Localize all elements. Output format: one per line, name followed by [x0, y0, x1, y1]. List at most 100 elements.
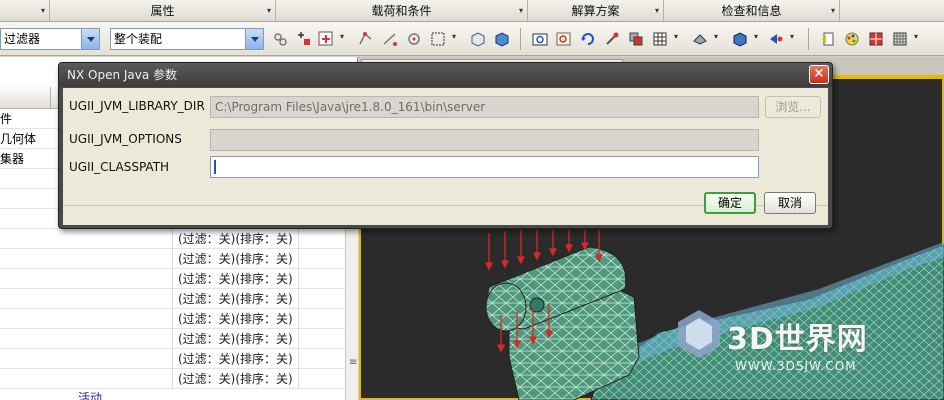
pan-view-icon[interactable] — [604, 31, 620, 47]
nx-open-java-dialog: NX Open Java 参数 × UGII_JVM_LIBRARY_DIR C… — [58, 62, 833, 229]
layer-grid-icon[interactable] — [868, 31, 884, 47]
snap-center-icon[interactable] — [406, 31, 422, 47]
dropdown-arrow-icon[interactable]: ▾ — [914, 32, 918, 41]
group-label: 检查和信息 — [721, 4, 782, 18]
jvm-library-dir-value: C:\Program Files\Java\jre1.8.0_161\bin\s… — [215, 100, 486, 114]
column-divider[interactable] — [50, 87, 51, 109]
dropdown-arrow-icon[interactable]: ▾ — [754, 32, 758, 41]
cancel-button[interactable]: 取消 — [764, 192, 816, 214]
cell-divider — [172, 349, 173, 369]
point-constraint-icon[interactable] — [296, 31, 312, 47]
cell-divider — [172, 249, 173, 269]
navigator-row[interactable]: (过滤：关)(排序：关) — [0, 309, 345, 329]
orient-view-icon[interactable] — [692, 31, 708, 47]
classpath-input[interactable] — [210, 156, 759, 178]
jvm-options-label: UGII_JVM_OPTIONS — [69, 132, 182, 146]
active-status-label[interactable]: 活动 — [78, 389, 102, 400]
color-palette-icon[interactable] — [844, 31, 860, 47]
type-filter-select[interactable]: 过滤器 — [0, 28, 100, 50]
row-value: (过滤：关)(排序：关) — [178, 232, 293, 246]
group-header-solution[interactable]: 解算方案 ▾ — [528, 0, 664, 22]
row-name: 集器 — [0, 152, 25, 166]
group-header-loads-conditions[interactable]: 载荷和条件 ▾ — [276, 0, 528, 22]
chevron-down-icon[interactable] — [81, 29, 99, 49]
mesh-grid-icon[interactable] — [892, 31, 908, 47]
close-button[interactable]: × — [809, 65, 829, 84]
row-value: (过滤：关)(排序：关) — [178, 372, 293, 386]
dropdown-arrow-icon[interactable]: ▾ — [340, 32, 344, 41]
solid-body-icon[interactable] — [494, 31, 510, 47]
dropdown-arrow-icon[interactable]: ▾ — [790, 32, 794, 41]
navigator-row[interactable]: (过滤：关)(排序：关) — [0, 349, 345, 369]
section-view-icon[interactable] — [768, 31, 784, 47]
shaded-cube-icon[interactable] — [732, 31, 748, 47]
dropdown-arrow-icon: ▾ — [830, 6, 835, 15]
cell-divider — [298, 249, 299, 269]
cell-divider — [298, 369, 299, 389]
navigator-row[interactable]: (过滤：关)(排序：关) — [0, 249, 345, 269]
zoom-view-icon[interactable] — [556, 31, 572, 47]
cell-divider — [172, 329, 173, 349]
toolbar-separator — [520, 28, 521, 50]
cell-divider — [298, 229, 299, 249]
navigator-row[interactable]: (过滤：关)(排序：关) — [0, 369, 345, 389]
snap-end-icon[interactable] — [382, 31, 398, 47]
dropdown-arrow-icon[interactable]: ▾ — [452, 32, 456, 41]
cell-divider — [298, 289, 299, 309]
dropdown-arrow-icon: ▾ — [518, 6, 523, 15]
row-name: 几何体 — [0, 132, 37, 146]
group-header-unnamed[interactable]: ▾ — [0, 0, 50, 22]
dropdown-arrow-icon: ▾ — [40, 6, 45, 15]
navigator-row[interactable]: (过滤：关)(排序：关) — [0, 329, 345, 349]
jvm-options-field — [210, 129, 759, 151]
row-value: (过滤：关)(排序：关) — [178, 352, 293, 366]
rectangle-select-icon[interactable] — [430, 31, 446, 47]
select-box-icon[interactable] — [318, 31, 334, 47]
snap-curve-icon[interactable] — [358, 31, 374, 47]
dropdown-arrow-icon[interactable]: ▾ — [674, 32, 678, 41]
group-label: 属性 — [150, 4, 175, 18]
cell-divider — [172, 289, 173, 309]
row-name: 件 — [0, 112, 13, 126]
dialog-body: UGII_JVM_LIBRARY_DIR C:\Program Files\Ja… — [63, 88, 828, 225]
dropdown-arrow-icon[interactable]: ▾ — [714, 32, 718, 41]
dropdown-arrow-icon: ▾ — [266, 6, 271, 15]
grid-display-icon[interactable] — [652, 31, 668, 47]
jvm-library-dir-field: C:\Program Files\Java\jre1.8.0_161\bin\s… — [210, 96, 759, 118]
browse-button[interactable]: 浏览... — [765, 96, 821, 118]
row-value: (过滤：关)(排序：关) — [178, 252, 293, 266]
info-object-icon[interactable] — [820, 31, 836, 47]
cell-divider — [172, 309, 173, 329]
row-value: (过滤：关)(排序：关) — [178, 292, 293, 306]
view-cube-icon[interactable] — [470, 31, 486, 47]
group-label: 载荷和条件 — [371, 4, 432, 18]
rotate-view-icon[interactable] — [580, 31, 596, 47]
row-value: (过滤：关)(排序：关) — [178, 312, 293, 326]
dialog-title-bar[interactable]: NX Open Java 参数 × — [59, 63, 832, 87]
selection-scope-select[interactable]: 整个装配 — [110, 28, 264, 50]
ribbon-group-strip: ▾ 属性 ▾ 载荷和条件 ▾ 解算方案 ▾ 检查和信息 ▾ — [0, 0, 944, 22]
navigator-row[interactable]: (过滤：关)(排序：关) — [0, 229, 345, 249]
chevron-down-icon[interactable] — [245, 29, 263, 49]
row-value: (过滤：关)(排序：关) — [178, 272, 293, 286]
display-mode-icon[interactable] — [628, 31, 644, 47]
cell-divider — [172, 269, 173, 289]
cell-divider — [298, 309, 299, 329]
snap-point-icon[interactable] — [272, 31, 288, 47]
navigator-row[interactable]: (过滤：关)(排序：关) — [0, 269, 345, 289]
jvm-library-dir-label: UGII_JVM_LIBRARY_DIR — [69, 99, 205, 113]
splitter-grip-icon[interactable]: ≡ — [349, 357, 357, 368]
fit-view-icon[interactable] — [532, 31, 548, 47]
navigator-row[interactable]: (过滤：关)(排序：关) — [0, 289, 345, 309]
cell-divider — [298, 329, 299, 349]
group-label: 解算方案 — [571, 4, 620, 18]
cell-divider — [172, 369, 173, 389]
close-icon: × — [813, 66, 825, 81]
toolbar-separator — [808, 28, 809, 50]
group-header-properties[interactable]: 属性 ▾ — [50, 0, 276, 22]
brand-logo-icon — [678, 310, 720, 358]
group-header-check-info[interactable]: 检查和信息 ▾ — [664, 0, 840, 22]
ok-button[interactable]: 确定 — [704, 192, 756, 214]
row-value: (过滤：关)(排序：关) — [178, 332, 293, 346]
dialog-title: NX Open Java 参数 — [67, 68, 178, 82]
